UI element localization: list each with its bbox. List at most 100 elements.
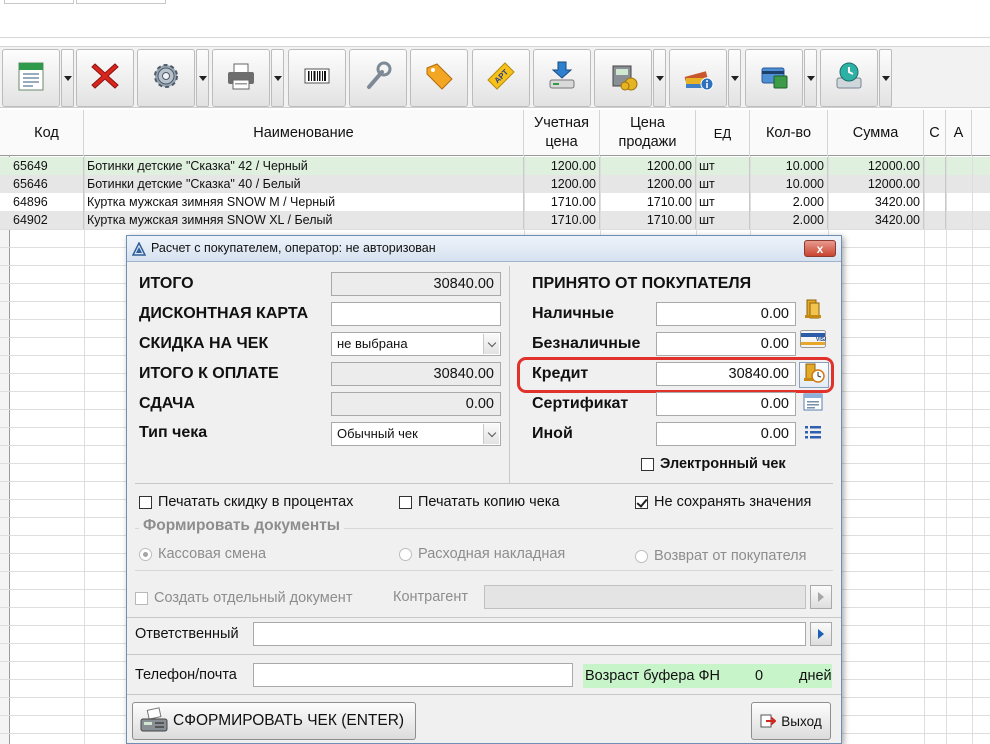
new-document-button[interactable] <box>2 49 60 107</box>
checkbox-box <box>135 591 148 605</box>
make-receipt-button[interactable]: СФОРМИРОВАТЬ ЧЕК (ENTER) <box>132 702 416 740</box>
article-button[interactable]: АРТ <box>472 49 530 107</box>
customer-return-radio[interactable]: Возврат от покупателя <box>635 548 806 564</box>
new-document-dropdown[interactable] <box>61 49 74 107</box>
print-button[interactable] <box>212 49 270 107</box>
cell-cost: 1200.00 <box>524 175 600 193</box>
cash-field[interactable]: 0.00 <box>656 302 796 326</box>
svg-text:VISA: VISA <box>816 337 826 343</box>
receipt-type-select[interactable]: Обычный чек <box>331 422 501 446</box>
col-header-name[interactable]: Наименование <box>84 110 524 156</box>
certificate-field[interactable]: 0.00 <box>656 392 796 416</box>
receipt-printer-icon <box>139 707 169 735</box>
receipt-type-label: Тип чека <box>139 424 208 441</box>
cashless-field[interactable]: 0.00 <box>656 332 796 356</box>
load-scale-button[interactable] <box>533 49 591 107</box>
check-discount-select[interactable]: не выбрана <box>331 332 501 356</box>
settings-button[interactable] <box>137 49 195 107</box>
column-separator <box>509 266 510 484</box>
credit-pay-button[interactable] <box>799 362 829 388</box>
col-header-cost[interactable]: Учетная цена <box>524 110 600 156</box>
cell-code: 64902 <box>10 211 84 229</box>
radio-dot <box>139 547 152 561</box>
print-dropdown[interactable] <box>271 49 284 107</box>
cashless-label: Безналичные <box>532 335 641 352</box>
responsible-field[interactable] <box>253 622 806 646</box>
col-header-price[interactable]: Цена продажи <box>600 110 696 156</box>
expense-invoice-radio[interactable]: Расходная накладная <box>399 546 565 562</box>
print-copy-label: Печатать копию чека <box>418 494 560 510</box>
top-tab-2[interactable] <box>76 0 166 4</box>
other-field[interactable]: 0.00 <box>656 422 796 446</box>
table-row[interactable]: 64896 Куртка мужская зимняя SNOW M / Чер… <box>0 193 990 211</box>
tools-button[interactable] <box>349 49 407 107</box>
barcode-icon <box>299 58 335 99</box>
certificate-pay-button[interactable] <box>801 392 825 416</box>
cell-qty: 2.000 <box>750 193 828 211</box>
col-header-code[interactable]: Код <box>10 110 84 156</box>
card-payment-dropdown[interactable] <box>804 49 817 107</box>
print-discount-percent-checkbox[interactable]: Печатать скидку в процентах <box>139 494 353 510</box>
cash-shift-radio[interactable]: Кассовая смена <box>139 546 266 562</box>
separate-document-label: Создать отдельный документ <box>154 590 353 606</box>
card-terminal-icon <box>756 58 792 99</box>
responsible-select-button[interactable] <box>810 622 832 646</box>
grid-vline <box>84 156 85 744</box>
discount-card-label: ДИСКОНТНАЯ КАРТА <box>139 305 309 322</box>
cell-code: 65646 <box>10 175 84 193</box>
cell-price: 1710.00 <box>600 211 696 229</box>
discount-card-field[interactable] <box>331 302 501 326</box>
cash-register-dropdown[interactable] <box>653 49 666 107</box>
cash-register-button[interactable] <box>594 49 652 107</box>
sync-dropdown[interactable] <box>879 49 892 107</box>
exit-button[interactable]: Выход <box>751 702 831 740</box>
chevron-down-icon[interactable] <box>483 424 499 444</box>
col-header-sum[interactable]: Сумма <box>828 110 924 156</box>
cashless-pay-button[interactable]: VISA <box>800 329 828 353</box>
dialog-title-bar[interactable]: Расчет с покупателем, оператор: не автор… <box>127 236 841 262</box>
cash-pay-button[interactable] <box>801 299 825 323</box>
payment-dialog: Расчет с покупателем, оператор: не автор… <box>126 235 842 744</box>
col-header-unit[interactable]: ЕД <box>696 110 750 156</box>
checkbox-box <box>641 457 654 471</box>
app-triangle-icon <box>131 241 147 256</box>
disk-clock-icon <box>831 58 867 99</box>
checkbox-box <box>399 495 412 509</box>
col-header-c[interactable]: С <box>924 110 946 156</box>
other-pay-button[interactable] <box>801 422 825 446</box>
barcode-button[interactable] <box>288 49 346 107</box>
total-field: 30840.00 <box>331 272 501 296</box>
cell-cost: 1710.00 <box>524 211 600 229</box>
cell-c <box>924 193 946 211</box>
dont-save-checkbox[interactable]: Не сохранять значения <box>635 494 811 510</box>
certificate-label: Сертификат <box>532 395 629 412</box>
settings-dropdown[interactable] <box>196 49 209 107</box>
table-row[interactable]: 64902 Куртка мужская зимняя SNOW XL / Бе… <box>0 211 990 229</box>
col-header-a[interactable]: А <box>946 110 972 156</box>
reference-button[interactable] <box>669 49 727 107</box>
card-payment-button[interactable] <box>745 49 803 107</box>
credit-field[interactable]: 30840.00 <box>656 362 796 386</box>
chevron-down-icon[interactable] <box>483 334 499 354</box>
phone-field[interactable] <box>253 663 573 687</box>
table-row[interactable]: 65646 Ботинки детские "Сказка" 40 / Белы… <box>0 175 990 193</box>
col-header-qty[interactable]: Кол-во <box>750 110 828 156</box>
top-tab-1[interactable] <box>4 0 74 4</box>
table-row[interactable]: 65649 Ботинки детские "Сказка" 42 / Черн… <box>0 157 990 175</box>
receipt-type-value: Обычный чек <box>337 426 418 441</box>
cell-price: 1200.00 <box>600 157 696 175</box>
delete-button[interactable] <box>76 49 134 107</box>
grid-header: Код Наименование Учетная цена Цена прода… <box>0 110 990 156</box>
counterparty-select-button[interactable] <box>810 585 832 609</box>
separate-document-checkbox[interactable]: Создать отдельный документ <box>135 590 352 606</box>
visa-card-icon: VISA <box>800 329 828 353</box>
cell-name: Ботинки детские "Сказка" 40 / Белый <box>84 175 524 193</box>
price-tag-button[interactable] <box>410 49 468 107</box>
cell-cost: 1200.00 <box>524 157 600 175</box>
radio-dot <box>635 549 648 563</box>
sync-button[interactable] <box>820 49 878 107</box>
close-button[interactable]: x <box>804 240 836 257</box>
print-copy-checkbox[interactable]: Печатать копию чека <box>399 494 560 510</box>
reference-dropdown[interactable] <box>728 49 741 107</box>
electronic-check-checkbox[interactable]: Электронный чек <box>641 456 786 472</box>
